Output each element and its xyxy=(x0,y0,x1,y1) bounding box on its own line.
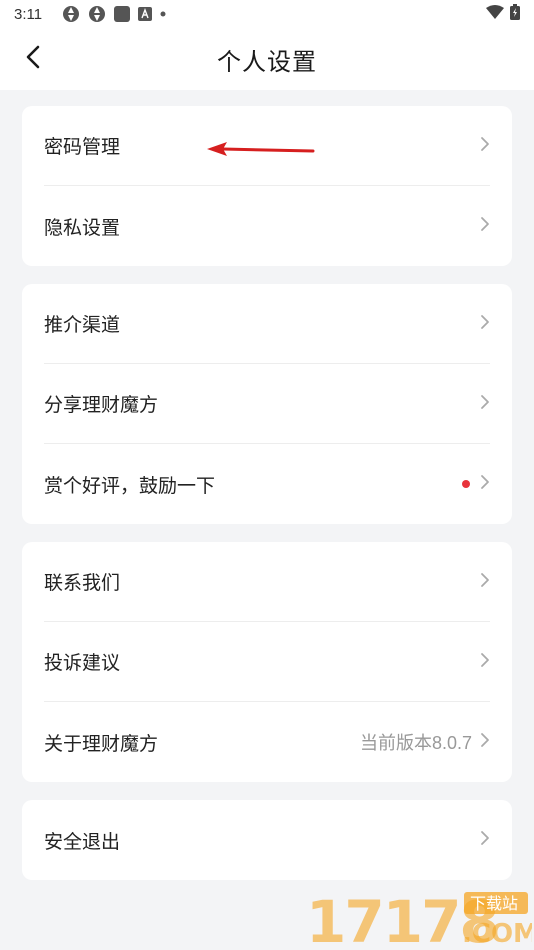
chevron-right-icon xyxy=(480,572,490,592)
settings-content: 密码管理 隐私设置 推介渠道 分享理财魔方 赏个好评，鼓励一下 联系我们 投诉建… xyxy=(0,90,534,880)
logout-item[interactable]: 安全退出 xyxy=(44,800,490,880)
settings-group-logout: 安全退出 xyxy=(22,800,512,880)
privacy-settings-item[interactable]: 隐私设置 xyxy=(44,186,490,266)
row-label: 分享理财魔方 xyxy=(44,394,159,416)
chevron-right-icon xyxy=(480,314,490,334)
nav-bar: 个人设置 xyxy=(0,28,534,90)
row-label: 关于理财魔方 xyxy=(44,732,159,755)
chevron-right-icon xyxy=(480,652,490,672)
svg-text:下载站: 下载站 xyxy=(470,894,518,913)
watermark-logo: 17178 下载站 .COM xyxy=(304,888,534,950)
notification-dot xyxy=(462,480,470,488)
settings-group-account: 密码管理 隐私设置 xyxy=(22,106,512,266)
rate-app-item[interactable]: 赏个好评，鼓励一下 xyxy=(44,444,490,524)
row-label: 安全退出 xyxy=(44,830,121,853)
referral-channel-item[interactable]: 推介渠道 xyxy=(44,284,490,364)
svg-text:.COM: .COM xyxy=(462,919,532,948)
feedback-item[interactable]: 投诉建议 xyxy=(44,622,490,702)
dot-icon xyxy=(160,11,166,17)
chevron-right-icon xyxy=(480,216,490,236)
back-button[interactable] xyxy=(16,42,50,76)
row-label: 联系我们 xyxy=(44,572,121,594)
chevron-right-icon xyxy=(480,394,490,414)
status-time: 3:11 xyxy=(14,5,43,23)
row-label: 隐私设置 xyxy=(44,216,121,239)
square-app-icon xyxy=(114,6,131,22)
chevron-left-icon xyxy=(26,45,40,73)
chevron-right-icon xyxy=(480,732,490,752)
row-label: 推介渠道 xyxy=(44,314,121,336)
row-label: 投诉建议 xyxy=(44,652,121,674)
settings-group-share: 推介渠道 分享理财魔方 赏个好评，鼓励一下 xyxy=(22,284,512,524)
share-app-item[interactable]: 分享理财魔方 xyxy=(44,364,490,444)
row-label: 赏个好评，鼓励一下 xyxy=(44,474,216,497)
chevron-right-icon xyxy=(480,830,490,850)
a-badge-icon xyxy=(138,7,153,21)
contact-us-item[interactable]: 联系我们 xyxy=(44,542,490,622)
annotation-arrow-icon xyxy=(207,142,315,156)
chevron-right-icon xyxy=(480,474,490,494)
row-label: 密码管理 xyxy=(44,136,121,158)
about-app-item[interactable]: 关于理财魔方 当前版本8.0.7 xyxy=(44,702,490,782)
battery-charging-icon xyxy=(510,4,520,24)
aperture-icon xyxy=(88,5,106,23)
aperture-icon xyxy=(62,5,80,23)
status-bar: 3:11 xyxy=(0,0,534,28)
chevron-right-icon xyxy=(480,136,490,156)
page-title: 个人设置 xyxy=(217,47,317,76)
settings-group-support: 联系我们 投诉建议 关于理财魔方 当前版本8.0.7 xyxy=(22,542,512,782)
version-value: 当前版本8.0.7 xyxy=(359,733,472,753)
wifi-icon xyxy=(486,5,504,23)
